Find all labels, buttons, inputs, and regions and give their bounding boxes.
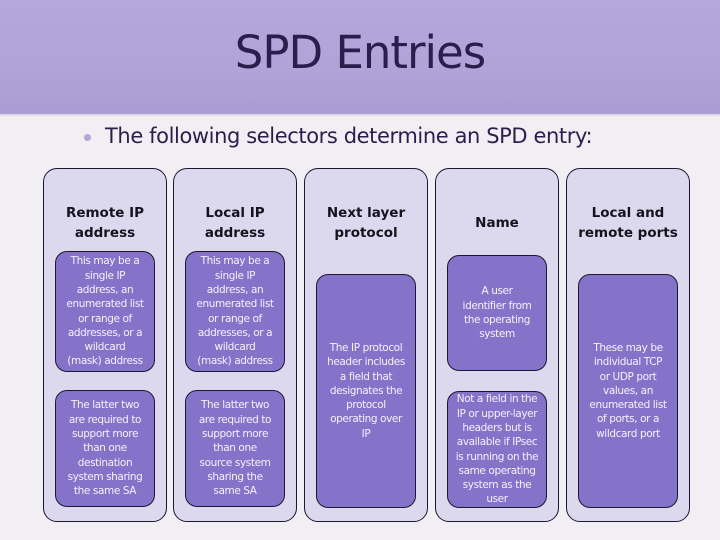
column-remote-ip: Remote IP address This may be a single I… [43, 168, 167, 522]
column-local-ip: Local IP address This may be a single IP… [173, 168, 297, 522]
description-box: This may be a single IP address, an enum… [55, 251, 155, 372]
description-box: The latter two are required to support m… [185, 390, 285, 507]
column-heading: Name [475, 215, 519, 231]
column-heading: Next layer protocol [326, 205, 406, 241]
description-box: The IP protocol header includes a field … [316, 274, 416, 508]
description-box: Not a field in the IP or upper-layer hea… [447, 391, 547, 508]
description-box: The latter two are required to support m… [55, 390, 155, 507]
bullet-point: The following selectors determine an SPD… [84, 124, 593, 148]
column-heading: Local IP address [204, 205, 266, 241]
description-box: A user identifier from the operating sys… [447, 255, 547, 371]
bullet-dot-icon [84, 133, 91, 141]
slide-title: SPD Entries [234, 26, 486, 79]
column-name: Name A user identifier from the operatin… [435, 168, 559, 522]
bullet-text: The following selectors determine an SPD… [105, 124, 593, 148]
column-next-layer-protocol: Next layer protocol The IP protocol head… [304, 168, 428, 522]
column-heading: Local and remote ports [578, 205, 678, 241]
description-box: This may be a single IP address, an enum… [185, 251, 285, 372]
description-box: These may be individual TCP or UDP port … [578, 274, 678, 508]
column-heading: Remote IP address [65, 205, 145, 241]
column-ports: Local and remote ports These may be indi… [566, 168, 690, 522]
